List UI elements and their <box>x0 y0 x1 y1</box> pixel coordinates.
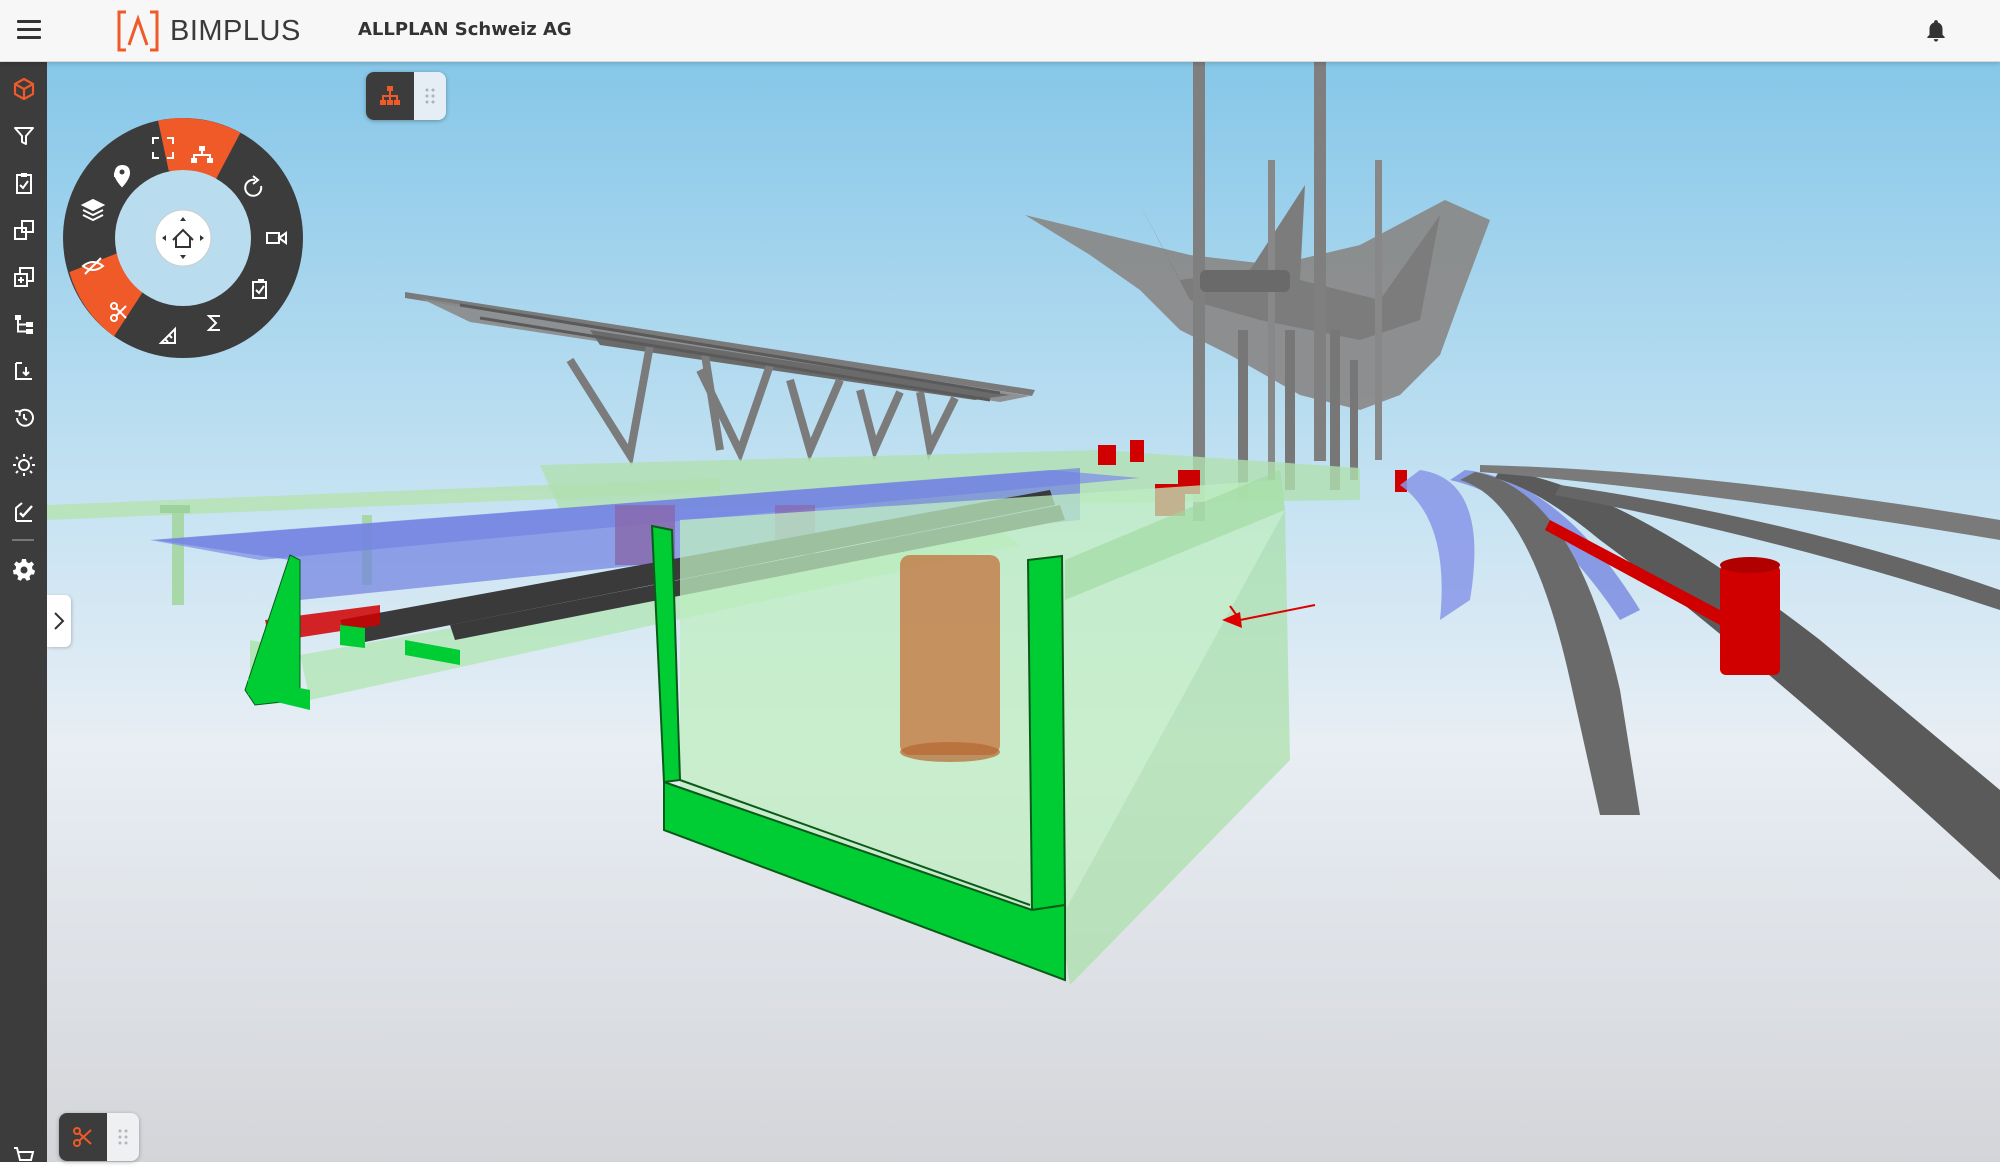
app-name: BIMPLUS <box>170 14 301 47</box>
section-cut-icon <box>73 1127 92 1147</box>
3d-viewport[interactable] <box>47 61 2000 1162</box>
brightness-icon[interactable] <box>8 449 39 480</box>
hierarchy-icon[interactable] <box>8 308 39 339</box>
company-name[interactable]: ALLPLAN Schweiz AG <box>358 19 572 40</box>
sort-icon[interactable] <box>8 355 39 386</box>
floating-toolbar-top[interactable] <box>366 72 446 120</box>
drag-handle-icon[interactable] <box>414 72 446 120</box>
chevron-right-icon <box>54 612 65 630</box>
sidebar-divider <box>12 539 34 541</box>
structure-icon <box>380 86 400 105</box>
filter-icon[interactable] <box>8 120 39 151</box>
bimplus-logo-icon <box>117 10 159 52</box>
left-sidebar <box>0 61 47 1166</box>
history-icon[interactable] <box>8 402 39 433</box>
settings-icon[interactable] <box>8 553 39 584</box>
drag-handle-icon[interactable] <box>107 1113 139 1161</box>
clipboard-icon[interactable] <box>8 167 39 198</box>
top-bar: BIMPLUS ALLPLAN Schweiz AG <box>0 0 2000 62</box>
notification-bell-icon[interactable] <box>1923 18 1949 44</box>
home-button[interactable] <box>154 209 212 267</box>
cube-icon[interactable] <box>8 73 39 104</box>
bim-model-scene[interactable] <box>47 61 2000 1162</box>
structure-button[interactable] <box>366 72 414 120</box>
app-logo[interactable]: BIMPLUS <box>116 9 301 53</box>
floating-toolbar-bottom[interactable] <box>59 1113 139 1161</box>
menu-icon[interactable] <box>17 20 41 40</box>
expand-panel-button[interactable] <box>47 595 71 647</box>
cart-icon[interactable] <box>8 1141 39 1172</box>
compare-icon[interactable] <box>8 214 39 245</box>
copy-icon[interactable] <box>8 261 39 292</box>
radial-navigation-menu[interactable] <box>63 118 303 358</box>
section-cut-button[interactable] <box>59 1113 107 1161</box>
approve-icon[interactable] <box>8 496 39 527</box>
